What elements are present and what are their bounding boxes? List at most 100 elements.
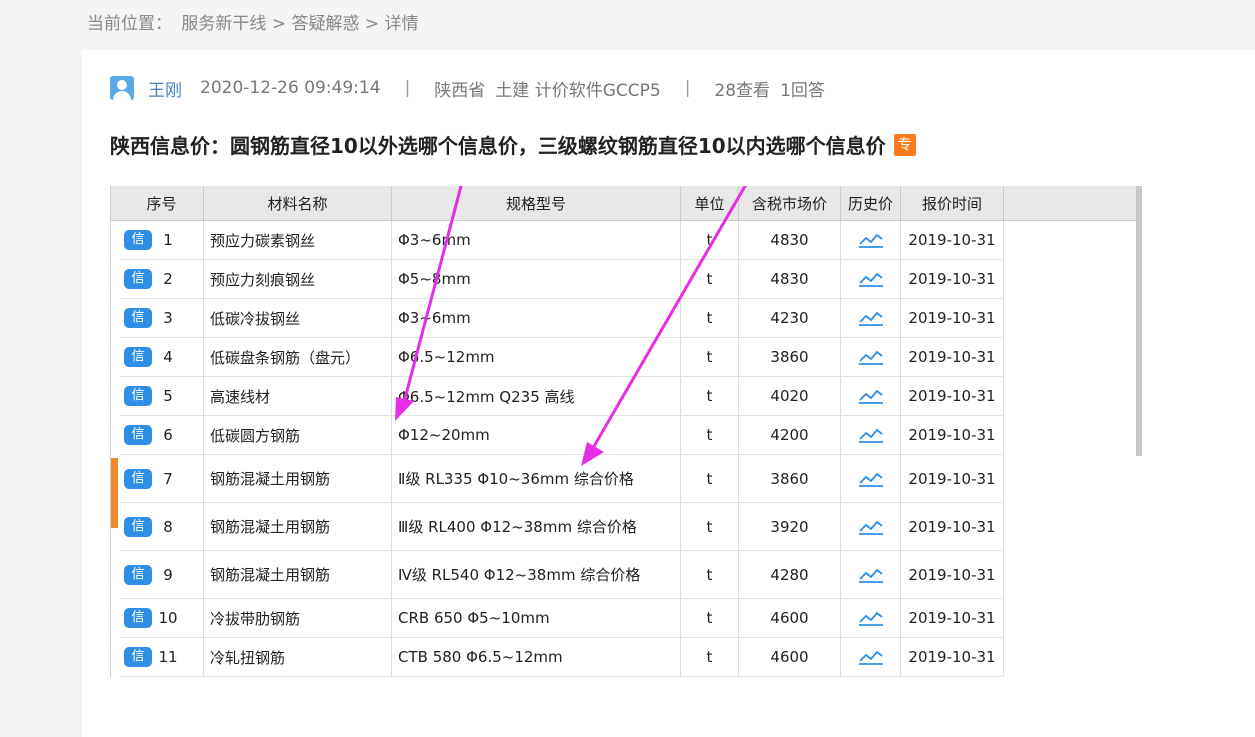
row-number: 11 (158, 648, 178, 666)
quote-date: 2019-10-31 (900, 598, 1004, 638)
row-number: 2 (163, 270, 173, 288)
quote-date: 2019-10-31 (900, 502, 1004, 551)
material-spec: Ⅳ级 RL540 Φ12~38mm 综合价格 (391, 550, 681, 599)
row-index-cell: 信6 (120, 415, 204, 455)
material-unit: t (680, 337, 739, 377)
material-spec: Φ5~8mm (391, 259, 681, 299)
row-index-cell: 信3 (120, 298, 204, 338)
table-row[interactable]: 信 7 钢筋混凝土用钢筋 Ⅱ级 RL335 Φ10~36mm 综合价格 t 3860 201… (120, 454, 1004, 503)
line-chart-icon[interactable] (858, 231, 884, 249)
line-chart-icon[interactable] (858, 609, 884, 627)
quote-date: 2019-10-31 (900, 415, 1004, 455)
line-chart-icon[interactable] (858, 648, 884, 666)
history-price-cell (840, 637, 901, 677)
market-price: 3860 (738, 337, 841, 377)
market-price: 4200 (738, 415, 841, 455)
col-header-history[interactable]: 历史价 (840, 186, 901, 221)
row-number: 9 (163, 565, 173, 584)
row-index-cell: 信9 (120, 550, 204, 599)
material-name: 低碳圆方钢筋 (203, 415, 392, 455)
material-unit: t (680, 220, 739, 260)
row-index-cell: 信5 (120, 376, 204, 416)
material-spec: Φ6.5~12mm (391, 337, 681, 377)
col-header-no[interactable]: 序号 (120, 186, 204, 221)
info-price-tag: 信 (124, 269, 152, 289)
info-price-tag: 信 (124, 468, 152, 489)
row-index-cell: 信8 (120, 502, 204, 551)
material-name: 高速线材 (203, 376, 392, 416)
row-number: 6 (163, 426, 173, 444)
history-price-cell (840, 454, 901, 503)
user-avatar-icon (110, 76, 134, 100)
material-unit: t (680, 415, 739, 455)
history-price-cell (840, 220, 901, 260)
line-chart-icon[interactable] (858, 309, 884, 327)
post-datetime: 2020-12-26 09:49:14 (200, 78, 381, 98)
line-chart-icon[interactable] (858, 387, 884, 405)
col-header-unit[interactable]: 单位 (680, 186, 739, 221)
breadcrumb-path[interactable]: 服务新干线 > 答疑解惑 > 详情 (181, 14, 418, 34)
row-index-cell: 信2 (120, 259, 204, 299)
material-name: 钢筋混凝土用钢筋 (203, 550, 392, 599)
history-price-cell (840, 598, 901, 638)
table-row[interactable]: 信 11 冷轧扭钢筋 CTB 580 Φ6.5~12mm t 4600 2019-10-31 (120, 637, 1004, 677)
info-price-tag: 信 (124, 647, 152, 667)
quote-date: 2019-10-31 (900, 337, 1004, 377)
table-header-row: 序号 材料名称 规格型号 单位 含税市场价 历史价 报价时间 (120, 186, 1004, 221)
row-number: 5 (163, 387, 173, 405)
row-index-cell: 信 11 (120, 637, 204, 677)
quote-date: 2019-10-31 (900, 454, 1004, 503)
row-index-cell: 信7 (120, 454, 204, 503)
table-row[interactable]: 信 3 低碳冷拔钢丝 Φ3~6mm t 4230 2019-10-31 (120, 298, 1004, 338)
row-number: 1 (163, 231, 173, 249)
info-price-tag: 信 (124, 347, 152, 367)
material-spec: CTB 580 Φ6.5~12mm (391, 637, 681, 677)
post-region: 陕西省 (434, 80, 486, 101)
table-row[interactable]: 信 1 预应力碳素钢丝 Φ3~6mm t 4830 2019-10-31 (120, 220, 1004, 260)
meta-separator: | (684, 78, 691, 98)
table-row[interactable]: 信 6 低碳圆方钢筋 Φ12~20mm t 4200 2019-10-31 (120, 415, 1004, 455)
col-header-date[interactable]: 报价时间 (900, 186, 1004, 221)
row-number: 4 (163, 348, 173, 366)
col-header-price[interactable]: 含税市场价 (738, 186, 841, 221)
material-unit: t (680, 454, 739, 503)
table-row[interactable]: 信 8 钢筋混凝土用钢筋 Ⅲ级 RL400 Φ12~38mm 综合价格 t 3920 201… (120, 502, 1004, 551)
table-row[interactable]: 信 4 低碳盘条钢筋（盘元） Φ6.5~12mm t 3860 2019-10-31 (120, 337, 1004, 377)
table-row[interactable]: 信 2 预应力刻痕钢丝 Φ5~8mm t 4830 2019-10-31 (120, 259, 1004, 299)
col-header-name[interactable]: 材料名称 (203, 186, 392, 221)
scrollbar[interactable] (1136, 186, 1142, 456)
market-price: 3860 (738, 454, 841, 503)
table-row[interactable]: 信 10 冷拔带肋钢筋 CRB 650 Φ5~10mm t 4600 2019-10-31 (120, 598, 1004, 638)
line-chart-icon[interactable] (858, 518, 884, 536)
material-unit: t (680, 259, 739, 299)
line-chart-icon[interactable] (858, 470, 884, 488)
table-row[interactable]: 信 9 钢筋混凝土用钢筋 Ⅳ级 RL540 Φ12~38mm 综合价格 t 4280 201… (120, 550, 1004, 599)
attached-screenshot: 序号 材料名称 规格型号 单位 含税市场价 历史价 报价时间 信 1 预应力碳素钢丝… (110, 186, 1142, 678)
author-name[interactable]: 王刚 (148, 76, 182, 101)
line-chart-icon[interactable] (858, 426, 884, 444)
material-unit: t (680, 376, 739, 416)
info-price-tag: 信 (124, 386, 152, 406)
material-spec: CRB 650 Φ5~10mm (391, 598, 681, 638)
line-chart-icon[interactable] (858, 348, 884, 366)
side-collapse-handle[interactable] (111, 458, 118, 528)
line-chart-icon[interactable] (858, 566, 884, 584)
post-title: 陕西信息价：圆钢筋直径10以外选哪个信息价，三级螺纹钢筋直径10以内选哪个信息价… (110, 130, 916, 159)
quote-date: 2019-10-31 (900, 220, 1004, 260)
expert-badge: 专 (893, 133, 916, 156)
material-price-table: 序号 材料名称 规格型号 单位 含税市场价 历史价 报价时间 信 1 预应力碳素钢丝… (120, 186, 1004, 677)
table-row[interactable]: 信 5 高速线材 Φ6.5~12mm Q235 高线 t 4020 2019-10-31 (120, 376, 1004, 416)
row-number: 7 (163, 469, 173, 488)
history-price-cell (840, 550, 901, 599)
info-price-tag: 信 (124, 516, 152, 537)
line-chart-icon[interactable] (858, 270, 884, 288)
col-header-spec[interactable]: 规格型号 (391, 186, 681, 221)
row-index-cell: 信1 (120, 220, 204, 260)
market-price: 4280 (738, 550, 841, 599)
history-price-cell (840, 376, 901, 416)
row-index-cell: 信4 (120, 337, 204, 377)
history-price-cell (840, 298, 901, 338)
info-price-tag: 信 (124, 230, 152, 250)
market-price: 4830 (738, 220, 841, 260)
post-category: 土建 计价软件GCCP5 (495, 80, 661, 101)
